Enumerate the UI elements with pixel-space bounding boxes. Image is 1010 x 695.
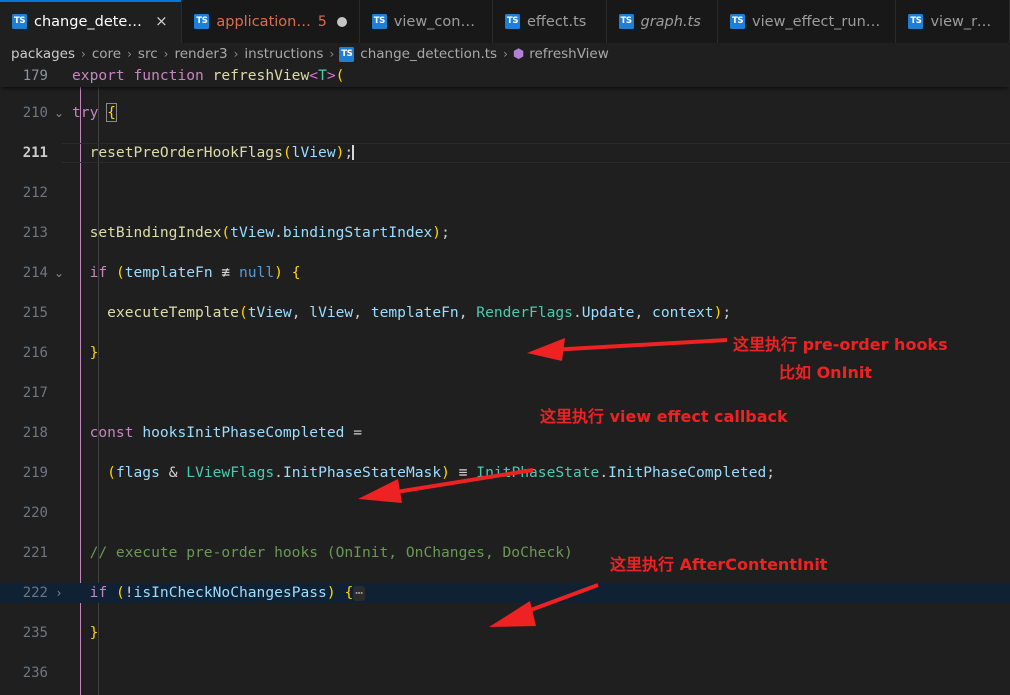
code-line[interactable]: 219 (flags & LViewFlags.InitPhaseStateMa… [0,463,1010,483]
code-line[interactable]: 212 [0,183,1010,203]
tab-view-effect-runner-ts[interactable]: TS view_effect_runner.ts [718,0,897,43]
breadcrumb-separator-icon: › [127,47,132,61]
line-number: 218 [22,425,48,441]
code-text: // execute pre-order hooks (OnInit, OnCh… [72,544,573,561]
typescript-file-icon: TS [908,14,924,29]
tab-error-count: 5 [317,13,327,30]
tab-label: effect.ts [526,13,587,30]
code-line[interactable]: 211 resetPreOrderHookFlags(lView); [0,143,1010,163]
code-line[interactable]: 215 executeTemplate(tView, lView, templa… [0,303,1010,323]
typescript-file-icon: TS [194,14,210,29]
line-number: 216 [22,345,48,361]
code-text: if (!isInCheckNoChangesPass) {⋯ [89,584,366,601]
tab-application-ref-ts[interactable]: TS application_ref.ts 5 [182,0,360,43]
breadcrumb-separator-icon: › [503,47,508,61]
code-text: resetPreOrderHookFlags(lView); [89,144,354,161]
code-editor[interactable]: 209 210 ⌄ try { 211 resetPreOrderHookFla… [0,65,1010,695]
breadcrumb-item-refresh-view[interactable]: refreshView [528,46,610,62]
breadcrumb: packages › core › src › render3 › instru… [0,43,1010,65]
code-text: const hooksInitPhaseCompleted = [89,424,362,441]
line-number: 219 [22,465,48,481]
line-number: 236 [22,665,48,681]
tab-label: view_context.ts [393,13,480,30]
typescript-file-icon: TS [12,14,27,29]
typescript-file-icon: TS [504,14,520,29]
breadcrumb-separator-icon: › [163,47,169,61]
code-line[interactable]: 210 ⌄ try { [0,103,1010,123]
unsaved-dot-icon[interactable] [336,16,347,27]
tab-label: view_ref.ts [930,13,997,30]
tab-graph-ts[interactable]: TS graph.ts [606,0,719,43]
close-icon[interactable]: × [153,14,169,29]
tab-label: change_detection.ts [34,13,145,30]
code-text: try { [72,103,117,122]
typescript-file-icon: TS [371,14,387,29]
breadcrumb-item-instructions[interactable]: instructions [243,46,324,62]
editor-tab-bar: TS change_detection.ts × TS application_… [0,0,1010,43]
line-number: 213 [22,225,48,241]
sticky-scroll-header[interactable]: 179 export function refreshView<T>( [0,65,1010,87]
tab-label: graph.ts [640,13,701,30]
breadcrumb-item-packages[interactable]: packages [10,46,76,62]
code-line[interactable]: 214 ⌄ if (templateFn ≢ null) { [0,263,1010,283]
code-line[interactable]: 235 } [0,623,1010,643]
code-text: } [89,344,99,361]
tab-label: view_effect_runner.ts [752,13,884,30]
code-line[interactable]: 217 [0,383,1010,403]
annotation-view-effect-callback: 这里执行 view effect callback [540,407,788,426]
line-number: 214 [22,265,48,281]
code-text: executeTemplate(tView, lView, templateFn… [107,304,732,321]
annotation-pre-order-hooks-example: 比如 OnInit [779,363,873,382]
breadcrumb-separator-icon: › [81,47,86,61]
line-number: 215 [22,305,48,321]
fold-chevron-right-icon[interactable]: › [52,583,66,603]
folded-region-placeholder[interactable]: ⋯ [353,586,366,601]
code-line[interactable]: 221 // execute pre-order hooks (OnInit, … [0,543,1010,563]
annotation-pre-order-hooks: 这里执行 pre-order hooks [733,335,948,354]
fold-chevron-down-icon[interactable]: ⌄ [52,103,66,123]
line-number: 212 [22,185,48,201]
breadcrumb-separator-icon: › [329,47,335,61]
line-number: 217 [22,385,48,401]
code-text: (flags & LViewFlags.InitPhaseStateMask) … [107,464,776,481]
line-number: 220 [22,505,48,521]
fold-chevron-down-icon[interactable]: ⌄ [52,263,66,283]
breadcrumb-item-core[interactable]: core [91,46,122,62]
code-line[interactable]: 236 [0,663,1010,683]
line-number: 179 [22,68,48,84]
code-line[interactable]: 213 setBindingIndex(tView.bindingStartIn… [0,223,1010,243]
tab-view-context-ts[interactable]: TS view_context.ts [359,0,493,43]
typescript-file-icon: TS [339,46,355,62]
typescript-file-icon: TS [730,14,746,29]
breadcrumb-item-src[interactable]: src [137,46,159,62]
tab-change-detection-ts[interactable]: TS change_detection.ts × [0,0,183,43]
code-text: if (templateFn ≢ null) { [89,264,301,281]
code-line[interactable]: 222 › if (!isInCheckNoChangesPass) {⋯ [0,583,1010,603]
breadcrumb-item-render3[interactable]: render3 [173,46,228,62]
symbol-function-icon: ⬢ [512,46,525,62]
tab-view-ref-ts[interactable]: TS view_ref.ts [896,0,1010,43]
line-number: 222 [22,585,48,601]
vscode-window: TS change_detection.ts × TS application_… [0,0,1010,695]
code-line[interactable]: 220 [0,503,1010,523]
annotation-after-content-init: 这里执行 AfterContentInit [610,555,828,574]
line-number: 235 [22,625,48,641]
breadcrumb-item-change-detection-ts[interactable]: change_detection.ts [359,46,498,62]
code-text: setBindingIndex(tView.bindingStartIndex)… [89,224,450,241]
line-number: 221 [22,545,48,561]
code-text: export function refreshView<T>( [72,67,345,84]
code-line[interactable]: 218 const hooksInitPhaseCompleted = [0,423,1010,443]
breadcrumb-separator-icon: › [233,47,239,61]
tab-label: application_ref.ts [216,13,311,30]
code-text: } [89,624,99,641]
tab-effect-ts[interactable]: TS effect.ts [492,0,607,43]
typescript-file-icon: TS [618,14,634,29]
